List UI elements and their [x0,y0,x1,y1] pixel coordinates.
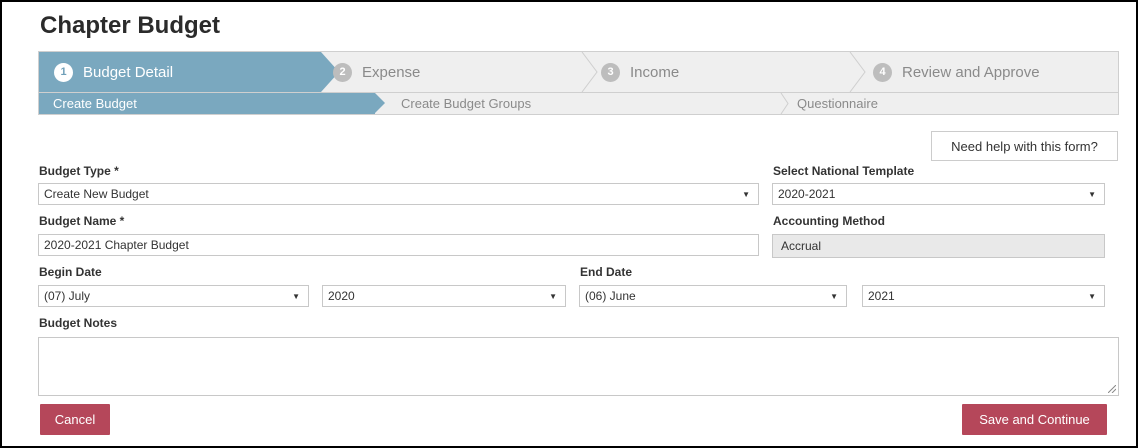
budget-type-value: Create New Budget [44,187,149,201]
end-month-select[interactable]: (06) June ▼ [579,285,847,307]
cancel-button[interactable]: Cancel [40,404,110,435]
dropdown-arrow-icon: ▼ [1088,190,1096,199]
accounting-method-value: Accrual [781,239,822,253]
substep-create-budget[interactable]: Create Budget [53,93,137,114]
budget-type-label: Budget Type * [39,164,119,178]
accounting-method-field: Accrual [772,234,1105,258]
step-number-badge: 1 [54,62,73,82]
wizard-steps: 1 Budget Detail 2 Expense 3 Income 4 Rev… [38,51,1119,93]
begin-month-value: (07) July [44,289,91,303]
substep-label: Create Budget [53,96,137,111]
wizard-substeps: Create Budget Create Budget Groups Quest… [38,93,1119,115]
begin-date-label: Begin Date [39,265,102,279]
step-budget-detail[interactable]: 1 Budget Detail [54,52,173,92]
step-number-badge: 2 [333,62,352,82]
step-label: Expense [362,63,421,81]
dropdown-arrow-icon: ▼ [830,292,838,301]
end-date-label: End Date [580,265,633,279]
active-substep-arrow [375,93,385,113]
page-title: Chapter Budget [40,12,220,39]
budget-name-input[interactable]: 2020-2021 Chapter Budget [38,234,759,256]
national-template-label: Select National Template [773,164,915,178]
step-separator-icon [581,52,598,92]
end-year-value: 2021 [868,289,895,303]
substep-label: Questionnaire [797,96,878,111]
accounting-method-label: Accounting Method [773,214,885,228]
budget-notes-textarea[interactable] [38,337,1119,396]
dropdown-arrow-icon: ▼ [742,190,750,199]
substep-separator-icon [780,93,789,114]
budget-type-select[interactable]: Create New Budget ▼ [38,183,759,205]
budget-name-value: 2020-2021 Chapter Budget [44,238,189,252]
step-label: Review and Approve [902,63,1040,81]
step-review-approve[interactable]: 4 Review and Approve [873,52,1040,92]
help-button[interactable]: Need help with this form? [931,131,1118,161]
substep-questionnaire[interactable]: Questionnaire [797,93,878,114]
budget-name-label: Budget Name * [39,214,125,228]
resize-handle-icon[interactable] [1108,385,1116,393]
begin-year-value: 2020 [328,289,355,303]
national-template-value: 2020-2021 [778,187,836,201]
substep-create-budget-groups[interactable]: Create Budget Groups [401,93,531,114]
dropdown-arrow-icon: ▼ [549,292,557,301]
begin-month-select[interactable]: (07) July ▼ [38,285,309,307]
end-year-select[interactable]: 2021 ▼ [862,285,1105,307]
step-separator-icon [849,52,866,92]
end-month-value: (06) June [585,289,636,303]
step-income[interactable]: 3 Income [601,52,679,92]
step-number-badge: 3 [601,62,620,82]
step-label: Budget Detail [83,63,174,81]
step-number-badge: 4 [873,62,892,82]
step-label: Income [630,63,680,81]
budget-notes-label: Budget Notes [39,316,117,330]
national-template-select[interactable]: 2020-2021 ▼ [772,183,1105,205]
substep-label: Create Budget Groups [401,96,532,111]
step-expense[interactable]: 2 Expense [333,52,420,92]
begin-year-select[interactable]: 2020 ▼ [322,285,566,307]
dropdown-arrow-icon: ▼ [292,292,300,301]
dropdown-arrow-icon: ▼ [1088,292,1096,301]
save-and-continue-button[interactable]: Save and Continue [962,404,1107,435]
